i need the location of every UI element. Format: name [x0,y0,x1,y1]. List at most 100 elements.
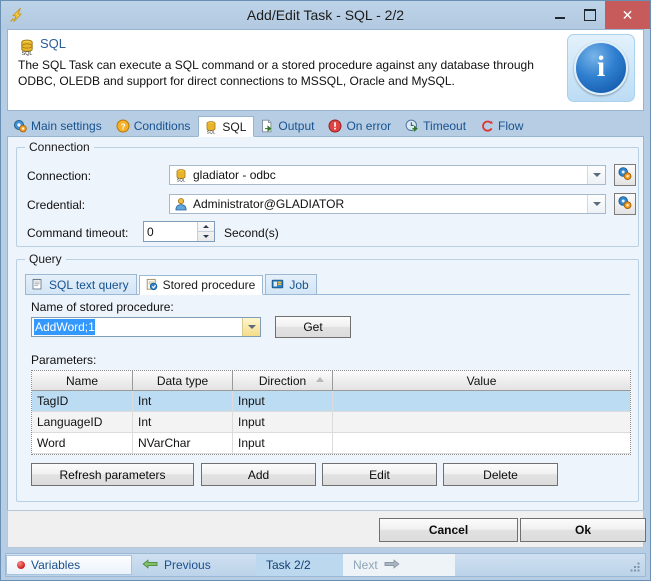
credential-settings-button[interactable] [614,193,636,215]
tab-label: Main settings [31,119,102,133]
stored-procedure-value: AddWord;1 [34,319,95,335]
resize-grip-icon[interactable] [629,561,641,573]
cancel-button[interactable]: Cancel [379,518,518,542]
add-parameter-button[interactable]: Add [201,463,316,486]
column-header-value[interactable]: Value [333,371,630,390]
table-row[interactable]: TagID Int Input [32,391,630,412]
sort-ascending-icon [316,377,324,382]
tab-label: Flow [498,119,524,133]
tab-label: Timeout [423,119,467,133]
table-row[interactable]: Word NVarChar Input [32,433,630,454]
cell-data-type: Int [133,391,233,411]
cell-data-type: Int [133,412,233,432]
tab-main-settings[interactable]: Main settings [7,115,110,136]
stored-procedure-label: Name of stored procedure: [31,300,174,314]
query-tab-label: SQL text query [49,277,129,292]
query-group: Query SQL text query Stored procedure Jo… [16,252,639,502]
lightning-bolt-icon [7,5,27,25]
spinner-down-button[interactable] [198,231,214,241]
task-description-header: SQL SQL The SQL Task can execute a SQL c… [7,29,644,111]
next-button[interactable]: Next [343,554,455,576]
cell-name: Word [32,433,133,453]
chevron-down-icon[interactable] [242,318,260,336]
variables-button[interactable]: Variables [6,555,132,575]
spinner-buttons[interactable] [197,222,214,241]
maximize-button[interactable] [575,1,605,29]
tab-label: Conditions [133,119,191,133]
arrow-right-icon [384,558,400,572]
gears-icon [617,166,633,185]
next-label: Next [353,558,378,572]
gear-icon [13,119,27,133]
get-button[interactable]: Get [275,316,351,338]
column-header-direction[interactable]: Direction [233,371,333,390]
chevron-down-icon[interactable] [587,195,605,213]
tab-output[interactable]: Output [254,115,322,136]
credential-combobox[interactable]: Administrator@GLADIATOR [169,194,606,214]
minimize-button[interactable] [545,1,575,29]
sql-database-icon: SQL [18,38,36,57]
connection-group-title: Connection [25,140,94,154]
error-exclamation-icon [328,119,342,133]
chevron-down-icon[interactable] [587,166,605,184]
svg-text:SQL: SQL [177,178,186,182]
tab-flow[interactable]: Flow [474,115,531,136]
tab-label: SQL [222,119,247,134]
cell-value [333,433,630,453]
table-row[interactable]: LanguageID Int Input [32,412,630,433]
svg-text:SQL: SQL [207,129,216,133]
spinner-up-button[interactable] [198,222,214,231]
task-description-text: The SQL Task can execute a SQL command o… [18,58,534,88]
maximize-icon [584,9,596,21]
query-tab-label: Job [289,277,309,292]
command-timeout-spinner[interactable]: 0 [143,221,215,242]
cell-value [333,391,630,411]
stored-procedure-combobox[interactable]: AddWord;1 [31,317,261,337]
title-bar: Add/Edit Task - SQL - 2/2 ✕ [1,1,650,29]
query-tab-strip: SQL text query Stored procedure Job [25,273,630,295]
info-circle: i [574,41,628,95]
connection-settings-button[interactable] [614,164,636,186]
previous-button[interactable]: Previous [132,554,256,576]
flow-arrow-icon [480,119,494,133]
cell-name: LanguageID [32,412,133,432]
ok-button[interactable]: Ok [520,518,646,542]
close-icon: ✕ [621,7,634,23]
task-indicator: Task 2/2 [256,554,343,576]
tab-timeout[interactable]: Timeout [399,115,474,136]
window-controls: ✕ [545,1,650,29]
parameters-label: Parameters: [31,353,97,367]
tab-label: Output [278,119,315,133]
connection-combobox[interactable]: SQL gladiator - odbc [169,165,606,185]
credential-label: Credential: [27,198,86,212]
delete-parameter-button[interactable]: Delete [443,463,558,486]
info-letter: i [596,50,606,83]
svg-text:SQL: SQL [22,51,33,56]
column-header-name[interactable]: Name [32,371,133,390]
cell-direction: Input [233,391,333,411]
dialog-window: Add/Edit Task - SQL - 2/2 ✕ SQL SQL The … [0,0,651,581]
parameters-grid[interactable]: Name Data type Direction Value TagID Int… [31,370,631,455]
edit-parameter-button[interactable]: Edit [322,463,437,486]
tab-stored-procedure[interactable]: Stored procedure [138,275,264,295]
tab-sql[interactable]: SQL SQL [198,116,255,137]
tab-on-error[interactable]: On error [322,115,399,136]
previous-label: Previous [164,558,211,572]
status-bar: Variables Previous Task 2/2 Next [5,553,646,577]
tab-sql-text-query[interactable]: SQL text query [25,274,137,294]
refresh-parameters-button[interactable]: Refresh parameters [31,463,194,486]
close-button[interactable]: ✕ [605,1,650,29]
tab-conditions[interactable]: ? Conditions [110,115,199,136]
tab-job[interactable]: Job [265,274,317,294]
cell-data-type: NVarChar [133,433,233,453]
column-header-data-type[interactable]: Data type [133,371,233,390]
sql-database-icon: SQL [174,168,188,183]
clock-export-icon [405,119,419,133]
svg-text:?: ? [120,121,125,131]
sql-tab-panel: Connection Connection: SQL gladiator - o… [7,137,644,513]
connection-group: Connection Connection: SQL gladiator - o… [16,140,639,247]
stored-procedure-text[interactable]: AddWord;1 [32,318,242,336]
parameters-grid-header: Name Data type Direction Value [32,371,630,391]
sql-database-icon: SQL [204,120,218,134]
tab-label: On error [346,119,392,133]
